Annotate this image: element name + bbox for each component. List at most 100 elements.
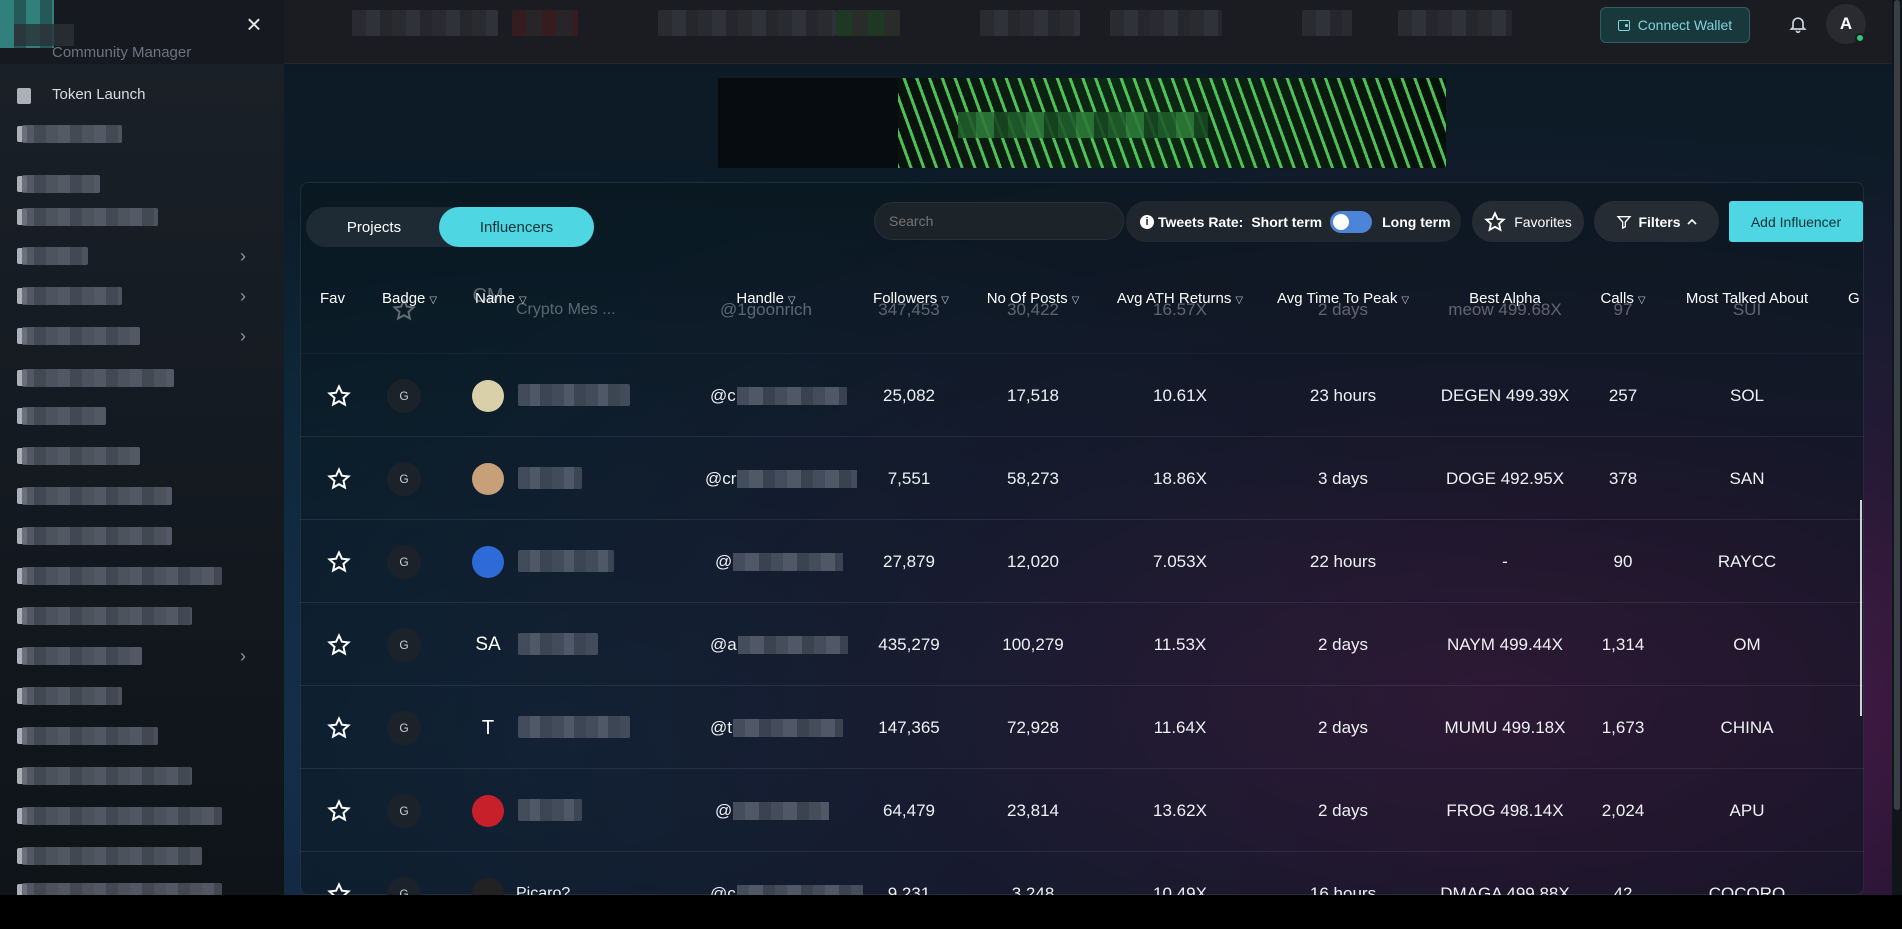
avatar[interactable] xyxy=(472,380,504,412)
tab-influencers[interactable]: Influencers xyxy=(439,207,594,247)
blurred-ticker-2 xyxy=(512,10,578,36)
favorite-star-cell[interactable] xyxy=(327,354,351,437)
table-row[interactable]: G @c 25,082 17,518 10.61X 23 hours DEGEN 499.3… xyxy=(300,354,1864,437)
sidebar-item[interactable] xyxy=(0,440,284,472)
sidebar: × Community Manager Token Launch › › › › xyxy=(0,0,284,901)
search-input[interactable] xyxy=(874,202,1124,240)
col-badge[interactable]: Badge ▽ xyxy=(382,290,437,307)
sidebar-item[interactable] xyxy=(0,480,284,512)
bell-icon[interactable] xyxy=(1788,14,1808,34)
sidebar-item[interactable] xyxy=(0,168,284,200)
sidebar-item-label-blurred xyxy=(22,175,100,193)
online-status-dot xyxy=(1855,33,1865,43)
blurred-ticker-8 xyxy=(1398,10,1512,36)
col-fav[interactable]: Fav xyxy=(320,290,345,307)
sidebar-item-label-blurred xyxy=(22,807,222,825)
col-handle[interactable]: Handle ▽ xyxy=(736,290,795,307)
badge-cell: G xyxy=(387,354,421,437)
avatar[interactable] xyxy=(472,795,504,827)
sidebar-item[interactable] xyxy=(0,201,284,233)
influencer-name-blurred[interactable] xyxy=(518,633,598,655)
sidebar-item[interactable] xyxy=(0,760,284,792)
star-icon[interactable] xyxy=(327,715,351,740)
table-scrollbar-thumb[interactable] xyxy=(1860,500,1862,716)
info-icon[interactable]: i xyxy=(1140,214,1154,229)
sidebar-item[interactable] xyxy=(0,720,284,752)
star-icon[interactable] xyxy=(327,632,351,657)
col-talked[interactable]: Most Talked About xyxy=(1686,290,1808,307)
sidebar-item[interactable] xyxy=(0,520,284,552)
sidebar-item[interactable] xyxy=(0,800,284,832)
sidebar-item[interactable] xyxy=(0,840,284,872)
connect-wallet-button[interactable]: Connect Wallet xyxy=(1600,7,1750,43)
influencer-name-blurred[interactable] xyxy=(518,467,582,489)
sidebar-item[interactable] xyxy=(0,362,284,394)
handle-blurred xyxy=(733,801,830,820)
sidebar-item[interactable] xyxy=(0,400,284,432)
sidebar-item[interactable] xyxy=(0,600,284,632)
tab-projects[interactable]: Projects xyxy=(306,207,442,247)
favorites-button[interactable]: Favorites xyxy=(1472,201,1584,242)
handle-cell[interactable]: @a xyxy=(710,603,848,686)
banner-blurred-text xyxy=(958,112,1208,138)
star-icon[interactable] xyxy=(327,549,351,574)
col-posts[interactable]: No Of Posts ▽ xyxy=(987,290,1080,307)
table-row[interactable]: G T @t 147,365 72,928 11.64X 2 days MUMU 499.18… xyxy=(300,686,1864,769)
badge-cell: G xyxy=(387,769,421,852)
favorite-star-cell[interactable] xyxy=(327,520,351,603)
avatar[interactable] xyxy=(472,546,504,578)
handle-cell[interactable]: @cr xyxy=(705,437,858,520)
blurred-ticker-7 xyxy=(1302,10,1352,36)
favorite-star-cell[interactable] xyxy=(327,437,351,520)
sidebar-item[interactable] xyxy=(0,560,284,592)
sidebar-item[interactable]: › xyxy=(0,320,284,352)
col-alpha[interactable]: Best Alpha xyxy=(1469,290,1541,307)
sidebar-item-label-blurred xyxy=(22,567,222,585)
term-toggle[interactable] xyxy=(1330,210,1373,233)
sort-icon: ▽ xyxy=(1235,295,1244,306)
sidebar-item[interactable] xyxy=(0,680,284,712)
handle-cell[interactable]: @ xyxy=(715,769,830,852)
col-name[interactable]: Name ▽ xyxy=(475,290,527,307)
influencer-name-blurred[interactable] xyxy=(518,716,630,738)
sidebar-item[interactable]: › xyxy=(0,640,284,672)
table-row[interactable]: G @27,879 12,020 7.053X 22 hours - 90 RAYCC xyxy=(300,520,1864,603)
handle-cell[interactable]: @t xyxy=(710,686,843,769)
add-influencer-button[interactable]: Add Influencer xyxy=(1729,201,1863,242)
handle-cell[interactable]: @ xyxy=(715,520,844,603)
influencer-name-blurred[interactable] xyxy=(518,799,582,821)
table-row[interactable]: G @cr 7,551 58,273 18.86X 3 days DOGE 492.95X 3… xyxy=(300,437,1864,520)
sidebar-item[interactable]: › xyxy=(0,280,284,312)
handle-cell[interactable]: @c xyxy=(710,354,847,437)
influencer-name-blurred[interactable] xyxy=(518,384,630,406)
avatar[interactable]: T xyxy=(472,712,504,744)
table-row[interactable]: G SA @a 435,279 100,279 11.53X 2 days NAYM 499.… xyxy=(300,603,1864,686)
col-ath[interactable]: Avg ATH Returns ▽ xyxy=(1117,290,1243,307)
avatar[interactable]: SA xyxy=(472,629,504,661)
page-scrollbar-thumb[interactable] xyxy=(1894,0,1900,810)
sidebar-item[interactable]: › xyxy=(0,240,284,272)
table-row[interactable]: G @64,479 23,814 13.62X 2 days FROG 498.14X 2,… xyxy=(300,769,1864,852)
avatar[interactable] xyxy=(472,463,504,495)
favorite-star-cell[interactable] xyxy=(327,686,351,769)
promo-banner[interactable] xyxy=(718,78,1446,168)
col-peak[interactable]: Avg Time To Peak ▽ xyxy=(1277,290,1409,307)
star-icon[interactable] xyxy=(327,383,351,408)
close-icon[interactable]: × xyxy=(242,11,266,37)
star-icon[interactable] xyxy=(327,798,351,823)
filters-button[interactable]: Filters xyxy=(1594,201,1719,242)
blurred-ticker-3 xyxy=(658,10,836,36)
sidebar-item-community-manager[interactable]: Community Manager xyxy=(52,44,191,61)
sidebar-item-label-blurred xyxy=(22,327,140,345)
col-followers[interactable]: Followers ▽ xyxy=(873,290,949,307)
sidebar-item-token-launch[interactable]: Token Launch xyxy=(0,80,284,112)
favorite-star-cell[interactable] xyxy=(327,603,351,686)
favorite-star-cell[interactable] xyxy=(327,769,351,852)
col-calls[interactable]: Calls ▽ xyxy=(1600,290,1645,307)
star-icon[interactable] xyxy=(327,466,351,491)
influencer-name-blurred[interactable] xyxy=(518,550,614,572)
tweets-rate-control: i Tweets Rate: Short term Long term xyxy=(1126,201,1461,242)
chevron-right-icon: › xyxy=(240,246,246,266)
col-more[interactable]: G xyxy=(1848,290,1860,307)
sidebar-item[interactable] xyxy=(0,118,284,150)
